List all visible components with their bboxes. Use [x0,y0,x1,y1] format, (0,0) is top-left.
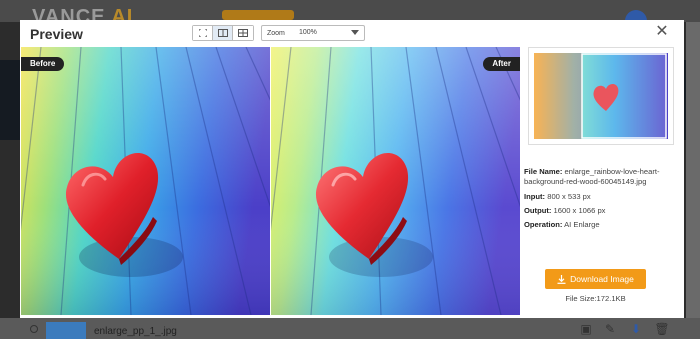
file-name-label: File Name: [524,167,563,176]
output-info: Output: 1600 x 1066 px [524,206,680,216]
download-button-label: Download Image [570,274,634,284]
radio-icon[interactable] [30,325,38,333]
trash-icon[interactable]: 🗑 [654,322,670,336]
fit-view-icon[interactable] [193,26,213,40]
chevron-down-icon [351,30,359,35]
file-size: File Size:172.1KB [565,294,626,303]
output-label: Output: [524,206,552,215]
grid-view-icon[interactable] [233,26,253,40]
view-mode-toggle [192,25,254,41]
zoom-value: 100% [299,29,317,36]
modal-title: Preview [30,26,83,42]
download-image-button[interactable]: Download Image [545,269,646,289]
info-panel: File Name: enlarge_rainbow-love-heart-ba… [524,47,682,315]
compare-icon[interactable]: ▣ [578,322,594,336]
app-header: VANCE AI [0,0,700,28]
download-icon [557,274,566,284]
file-name-info: File Name: enlarge_rainbow-love-heart-ba… [524,167,680,187]
split-view-icon[interactable] [213,26,233,40]
operation-label: Operation: [524,220,563,229]
input-value: 800 x 533 px [547,192,591,201]
close-icon[interactable]: ✕ [654,24,670,40]
input-info: Input: 800 x 533 px [524,192,680,202]
zoom-label: Zoom [267,29,285,37]
before-label: Before [21,57,65,71]
scrollbar[interactable] [686,22,700,322]
file-row-name: enlarge_pp_1_.jpg [94,326,177,337]
before-image: Before [21,47,270,315]
file-thumbnail [46,322,86,339]
after-image: After [271,47,520,315]
operation-value: AI Enlarge [564,220,600,229]
header-highlight [222,10,294,20]
input-label: Input: [524,192,546,201]
operation-info: Operation: AI Enlarge [524,220,680,230]
edit-icon[interactable]: ✎ [602,322,618,336]
zoom-select[interactable]: Zoom 100% [261,25,365,41]
output-value: 1600 x 1066 px [553,206,606,215]
navigator-thumbnail[interactable] [528,47,674,145]
preview-modal: Preview Zoom 100% ✕ Before After File Na… [20,20,684,318]
after-label: After [483,57,520,71]
download-icon[interactable]: ⬇ [628,322,644,336]
